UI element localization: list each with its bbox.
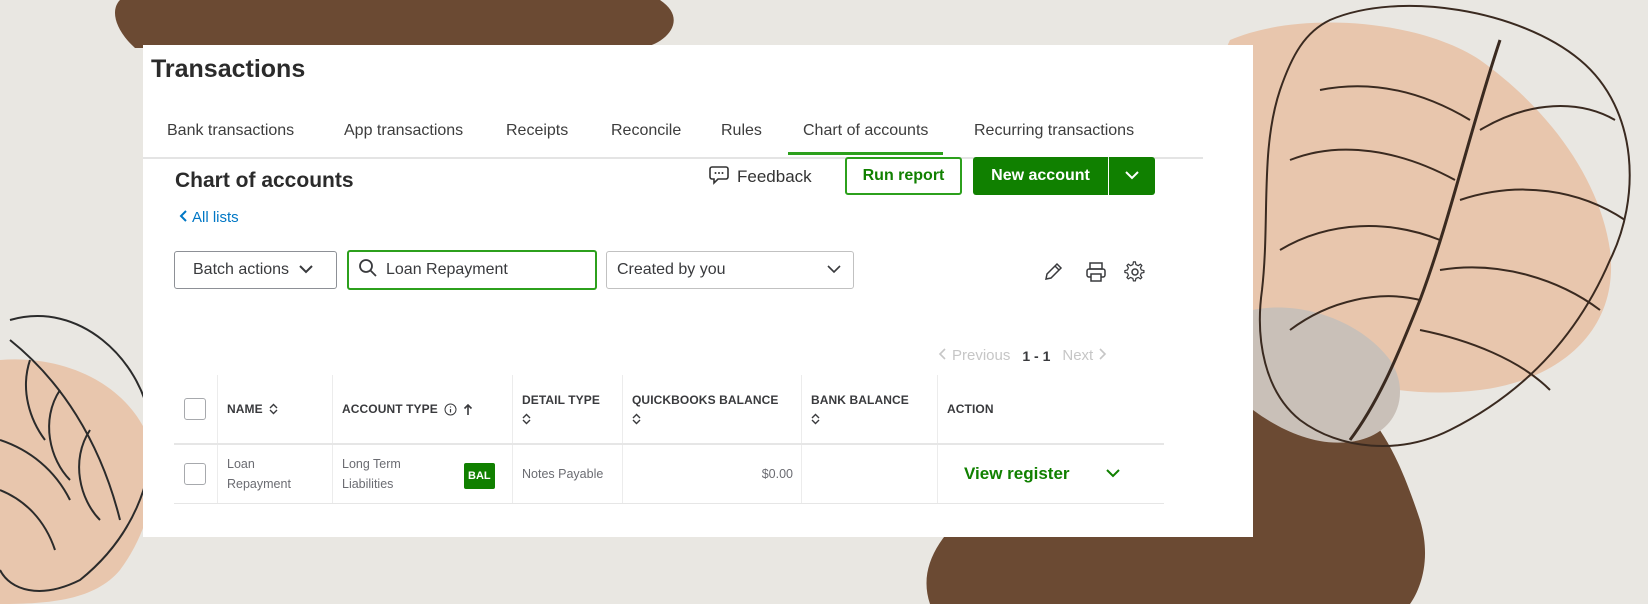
chevron-right-icon	[1099, 348, 1107, 360]
brown-blob-top	[115, 0, 674, 48]
search-input[interactable]	[386, 261, 576, 279]
info-icon	[444, 403, 457, 416]
column-header-bank-balance[interactable]: BANK BALANCE	[801, 375, 937, 443]
section-title: Chart of accounts	[175, 169, 354, 192]
search-icon	[358, 258, 378, 283]
batch-actions-dropdown[interactable]: Batch actions	[174, 251, 337, 289]
previous-page-button[interactable]: Previous	[938, 347, 1010, 364]
tab-receipts[interactable]: Receipts	[504, 122, 570, 152]
column-header-detail-type[interactable]: DETAIL TYPE	[512, 375, 622, 443]
column-header-quickbooks-balance[interactable]: QUICKBOOKS BALANCE	[622, 375, 801, 443]
tab-rules[interactable]: Rules	[719, 122, 764, 152]
previous-label: Previous	[952, 347, 1011, 364]
table-row: Loan Repayment Long Term Liabilities BAL…	[174, 445, 1164, 504]
table-header-row: NAME ACCOUNT TYPE DETAIL TYPE QUICKBOOKS…	[174, 375, 1164, 445]
view-register-link[interactable]: View register	[964, 464, 1070, 484]
sort-icon	[522, 413, 531, 425]
column-header-action: ACTION	[937, 375, 1164, 443]
select-all-checkbox[interactable]	[184, 398, 206, 420]
tab-bank-transactions[interactable]: Bank transactions	[165, 122, 296, 152]
created-by-label: Created by you	[617, 261, 726, 278]
cell-bank-balance	[801, 445, 937, 503]
batch-actions-label: Batch actions	[193, 261, 290, 278]
created-by-filter[interactable]: Created by you	[606, 251, 854, 289]
main-panel: Transactions Bank transactions App trans…	[143, 45, 1253, 537]
column-header-account-type[interactable]: ACCOUNT TYPE	[332, 375, 512, 443]
cell-detail-type: Notes Payable	[512, 445, 622, 503]
print-icon[interactable]	[1085, 261, 1107, 283]
all-lists-label: All lists	[192, 209, 239, 226]
tab-bar: Bank transactions App transactions Recei…	[143, 114, 1203, 159]
sort-icon	[632, 413, 641, 425]
row-action-menu-chevron-down-icon[interactable]	[1105, 464, 1120, 484]
next-page-button[interactable]: Next	[1062, 347, 1107, 364]
peach-blob-left	[0, 359, 155, 604]
tab-recurring-transactions[interactable]: Recurring transactions	[972, 122, 1136, 152]
chevron-down-icon	[827, 261, 841, 279]
page-range: 1 - 1	[1022, 347, 1051, 364]
row-checkbox[interactable]	[184, 463, 206, 485]
column-header-name[interactable]: NAME	[217, 375, 332, 443]
sort-icon	[269, 403, 278, 415]
new-account-menu-button[interactable]	[1109, 157, 1155, 195]
tab-chart-of-accounts[interactable]: Chart of accounts	[788, 122, 944, 155]
edit-pencil-icon[interactable]	[1042, 261, 1064, 283]
feedback-label: Feedback	[737, 167, 812, 186]
feedback-button[interactable]: Feedback	[709, 162, 812, 192]
sort-icon	[811, 413, 820, 425]
cell-account-name: Loan Repayment	[217, 445, 332, 503]
search-box	[347, 250, 597, 290]
pagination: Previous 1 - 1 Next	[938, 347, 1107, 364]
cell-quickbooks-balance: $0.00	[622, 445, 801, 503]
page-title: Transactions	[151, 55, 306, 83]
run-report-button[interactable]: Run report	[845, 157, 962, 195]
new-account-button[interactable]: New account	[973, 157, 1108, 195]
gear-icon[interactable]	[1124, 261, 1146, 283]
next-label: Next	[1062, 347, 1094, 364]
tab-app-transactions[interactable]: App transactions	[342, 122, 465, 152]
sort-ascending-icon	[463, 403, 473, 416]
all-lists-link[interactable]: All lists	[179, 209, 239, 226]
balance-sheet-badge: BAL	[464, 463, 495, 489]
cell-account-type: Long Term Liabilities BAL	[332, 445, 512, 503]
chevron-left-icon	[938, 348, 946, 360]
cell-action: View register	[937, 445, 1164, 503]
chevron-down-icon	[1125, 167, 1139, 185]
chevron-down-icon	[299, 261, 313, 279]
chevron-left-icon	[179, 209, 188, 226]
tab-reconcile[interactable]: Reconcile	[609, 122, 683, 152]
chat-bubble-icon	[709, 165, 729, 190]
